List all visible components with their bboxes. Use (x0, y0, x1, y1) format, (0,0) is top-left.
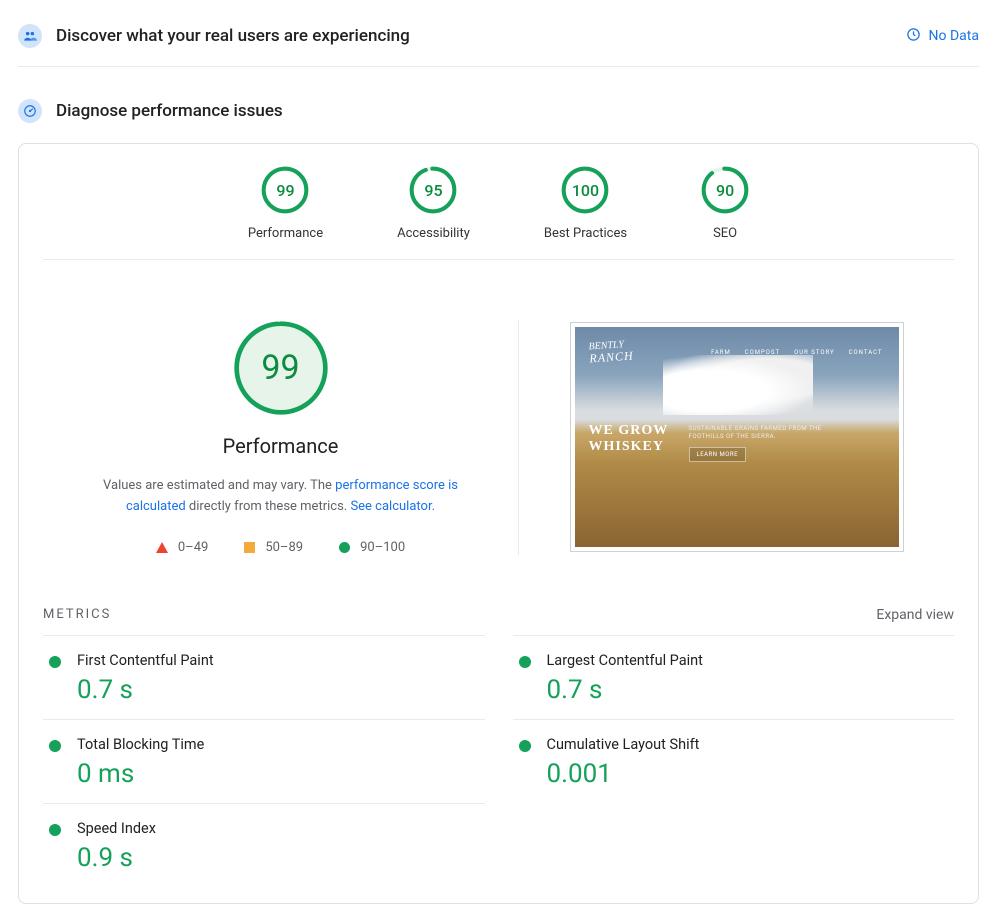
screenshot-panel: BENTLY RANCH FARM COMPOST OUR STORY CONT… (519, 320, 954, 555)
metric-first-contentful-paint: First Contentful Paint 0.7 s (43, 635, 485, 719)
legend-mid: 50–89 (244, 540, 303, 555)
perf-desc-text2: directly from these metrics. (186, 499, 351, 514)
metrics-header: METRICS Expand view (19, 607, 978, 623)
metric-largest-contentful-paint: Largest Contentful Paint 0.7 s (513, 635, 955, 719)
gauge-icon (18, 99, 42, 123)
gauge-score: 99 (261, 166, 309, 214)
metric-value: 0.7 s (547, 675, 955, 705)
gauge-performance[interactable]: 99 Performance (248, 166, 323, 241)
metric-name: Largest Contentful Paint (547, 652, 955, 669)
gauge-accessibility[interactable]: 95 Accessibility (397, 166, 470, 241)
performance-category-label: Performance (223, 434, 339, 458)
legend-high-label: 90–100 (360, 540, 405, 555)
legend-mid-label: 50–89 (265, 540, 303, 555)
report-card: 99 Performance 95 Accessibility 100 Best… (18, 143, 979, 904)
metric-total-blocking-time: Total Blocking Time 0 ms (43, 719, 485, 803)
discover-header: Discover what your real users are experi… (18, 18, 979, 66)
users-icon (18, 24, 42, 48)
metric-name: Cumulative Layout Shift (547, 736, 955, 753)
metric-name: First Contentful Paint (77, 652, 485, 669)
metric-name: Total Blocking Time (77, 736, 485, 753)
metric-cumulative-layout-shift: Cumulative Layout Shift 0.001 (513, 719, 955, 803)
see-calculator-link[interactable]: See calculator. (350, 499, 435, 514)
gauge-score: 90 (701, 166, 749, 214)
screenshot-hero: WE GROW WHISKEY (589, 423, 669, 455)
triangle-icon (156, 542, 168, 553)
metric-speed-index: Speed Index 0.9 s (43, 803, 485, 887)
gauge-score: 100 (561, 166, 609, 214)
gauge-label: Best Practices (544, 226, 627, 241)
screenshot-subhead: SUSTAINABLE GRAINS FARMED FROM THE FOOTH… (689, 425, 859, 441)
metrics-title: METRICS (43, 607, 111, 622)
screenshot-logo: BENTLY RANCH (588, 340, 634, 365)
no-data-label: No Data (929, 28, 979, 44)
gauge-best-practices[interactable]: 100 Best Practices (544, 166, 627, 241)
square-icon (244, 542, 255, 553)
legend-high: 90–100 (339, 540, 405, 555)
metric-value: 0 ms (77, 759, 485, 789)
diagnose-header: Diagnose performance issues (18, 93, 979, 143)
status-dot-icon (49, 740, 61, 752)
status-dot-icon (519, 740, 531, 752)
gauge-label: Performance (248, 226, 323, 241)
discover-title: Discover what your real users are experi… (56, 26, 892, 46)
gauge-label: Accessibility (397, 226, 470, 241)
screenshot-nav: FARM COMPOST OUR STORY CONTACT (711, 349, 882, 356)
no-data-link[interactable]: No Data (906, 27, 979, 46)
gauge-score: 95 (409, 166, 457, 214)
performance-detail: 99 Performance Values are estimated and … (19, 260, 978, 595)
legend-low: 0–49 (156, 540, 208, 555)
clock-icon (906, 27, 921, 46)
metric-value: 0.7 s (77, 675, 485, 705)
performance-summary: 99 Performance Values are estimated and … (43, 320, 519, 555)
metric-value: 0.001 (547, 759, 955, 789)
metric-name: Speed Index (77, 820, 485, 837)
status-dot-icon (49, 656, 61, 668)
gauge-label: SEO (713, 226, 737, 241)
expand-view-link[interactable]: Expand view (876, 607, 954, 623)
screenshot-cta: LEARN MORE (689, 447, 747, 462)
gauge-ring: 90 (701, 166, 749, 214)
perf-desc-text: Values are estimated and may vary. The (103, 478, 335, 493)
gauge-ring: 95 (409, 166, 457, 214)
page-screenshot[interactable]: BENTLY RANCH FARM COMPOST OUR STORY CONT… (570, 322, 904, 552)
performance-big-score: 99 (233, 320, 329, 416)
category-gauges-row: 99 Performance 95 Accessibility 100 Best… (43, 144, 954, 260)
legend-low-label: 0–49 (178, 540, 208, 555)
gauge-ring: 99 (261, 166, 309, 214)
gauge-seo[interactable]: 90 SEO (701, 166, 749, 241)
status-dot-icon (519, 656, 531, 668)
score-legend: 0–49 50–89 90–100 (156, 540, 405, 555)
gauge-ring: 100 (561, 166, 609, 214)
diagnose-title: Diagnose performance issues (56, 101, 979, 121)
divider (18, 66, 979, 67)
circle-icon (339, 542, 350, 553)
metric-value: 0.9 s (77, 843, 485, 873)
status-dot-icon (49, 824, 61, 836)
performance-big-gauge: 99 (233, 320, 329, 416)
metrics-grid: First Contentful Paint 0.7 s Largest Con… (19, 635, 978, 903)
performance-description: Values are estimated and may vary. The p… (81, 476, 481, 518)
